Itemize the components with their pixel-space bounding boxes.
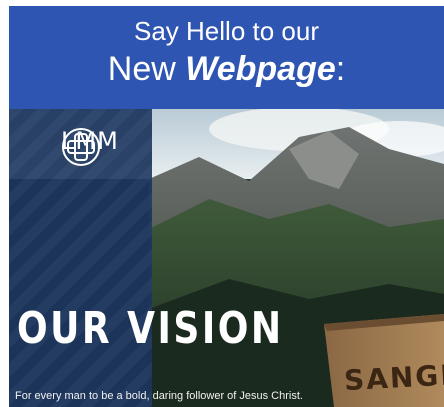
brand-logo[interactable]: LMM <box>61 127 119 166</box>
banner-line-2: New Webpage: <box>9 50 444 89</box>
banner-line-2-emphasis: Webpage <box>185 50 336 88</box>
trail-sign-text: SANGR <box>343 357 444 398</box>
page: Say Hello to our New Webpage: SANGR LMM … <box>0 0 444 407</box>
announcement-banner: Say Hello to our New Webpage: <box>9 6 444 109</box>
vision-heading: OUR VISION <box>17 303 284 354</box>
cross-logo-icon <box>62 128 100 166</box>
banner-line-2-prefix: New <box>107 50 176 88</box>
banner-line-1: Say Hello to our <box>134 16 319 46</box>
banner-line-2-suffix: : <box>335 50 346 88</box>
hero-image: SANGR LMM OUR VISION For every man to be… <box>9 109 444 407</box>
vision-tagline: For every man to be a bold, daring follo… <box>15 390 303 402</box>
